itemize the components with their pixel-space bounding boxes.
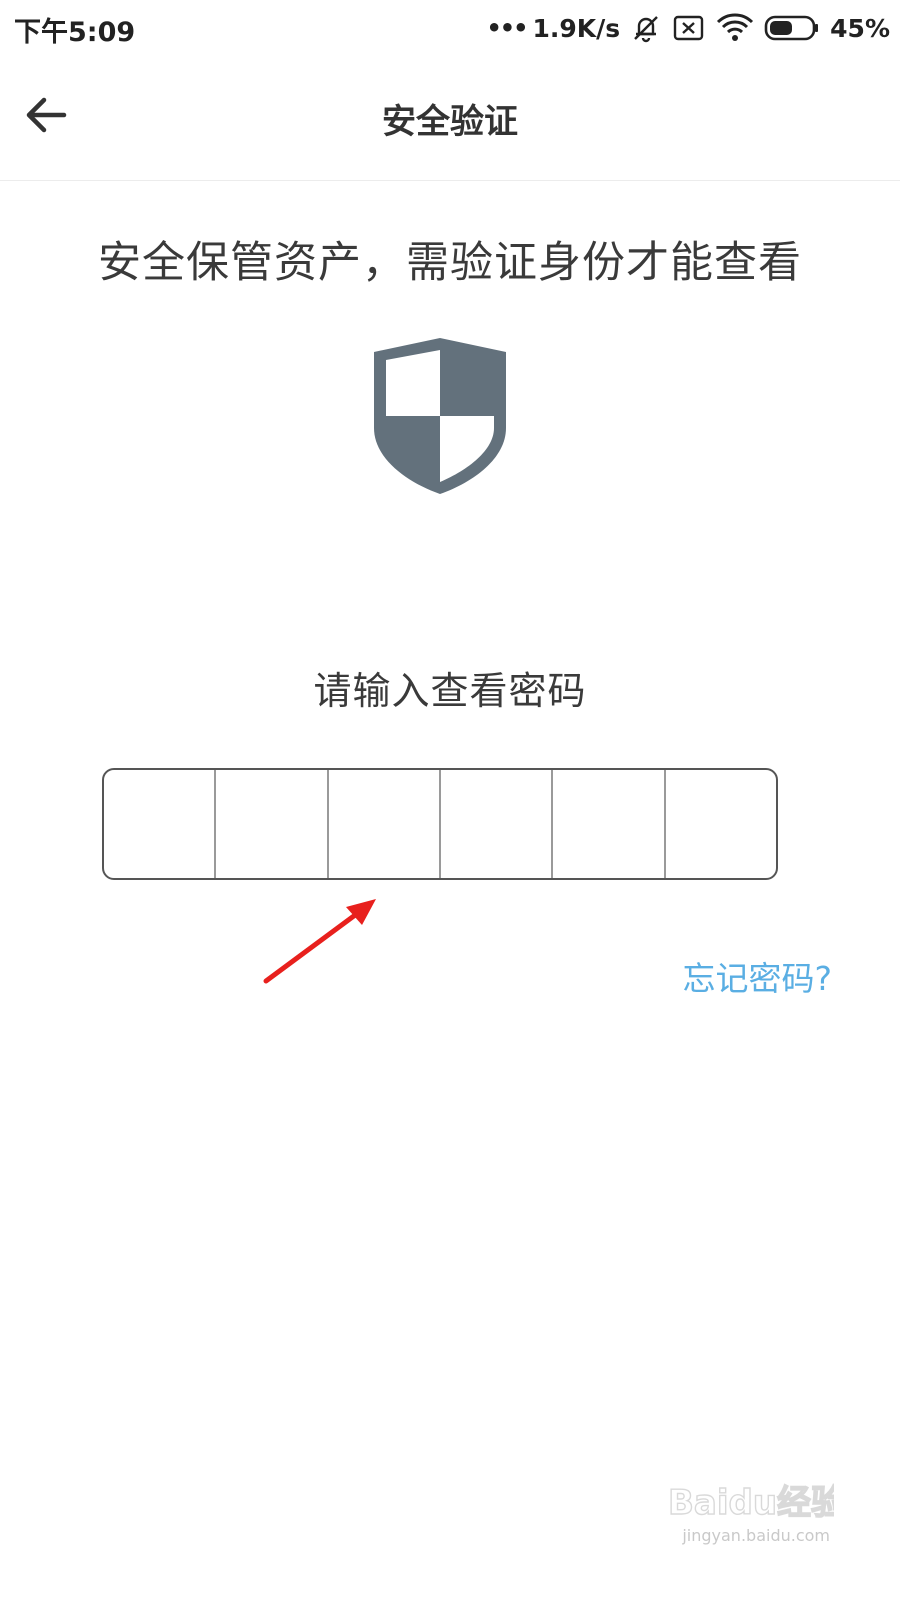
mute-bell-icon	[630, 12, 662, 44]
pin-cell-5[interactable]	[553, 770, 666, 878]
signal-dots: •••	[486, 14, 528, 42]
watermark-caption: jingyan.baidu.com	[682, 1526, 830, 1545]
status-time: 下午5:09	[14, 17, 136, 48]
shield-icon	[370, 336, 510, 496]
battery-percent: 45%	[830, 13, 890, 43]
pin-cell-2[interactable]	[216, 770, 329, 878]
pin-cell-6[interactable]	[666, 770, 776, 878]
status-bar: 下午5:09 ••• 1.9K/s 45%	[0, 0, 900, 56]
no-sim-icon	[672, 13, 706, 43]
red-arrow-icon	[258, 895, 388, 990]
page-title: 安全验证	[382, 102, 518, 142]
top-nav-bar: 安全验证	[0, 56, 900, 181]
password-prompt: 请输入查看密码	[313, 669, 587, 713]
status-indicators: ••• 1.9K/s 45%	[486, 10, 890, 46]
forgot-password-link[interactable]: 忘记密码?	[682, 952, 832, 1000]
pin-cell-1[interactable]	[104, 770, 217, 878]
baidu-jingyan-watermark: Baidu经验	[664, 1470, 834, 1560]
pin-cell-3[interactable]	[329, 770, 441, 878]
password-input[interactable]	[102, 768, 778, 880]
wifi-icon	[716, 13, 754, 43]
watermark-logo: Baidu经验	[668, 1483, 834, 1523]
network-speed: 1.9K/s	[532, 13, 621, 43]
pin-cell-4[interactable]	[441, 770, 554, 878]
security-headline: 安全保管资产，需验证身份才能查看	[98, 238, 802, 288]
battery-icon	[764, 14, 820, 42]
